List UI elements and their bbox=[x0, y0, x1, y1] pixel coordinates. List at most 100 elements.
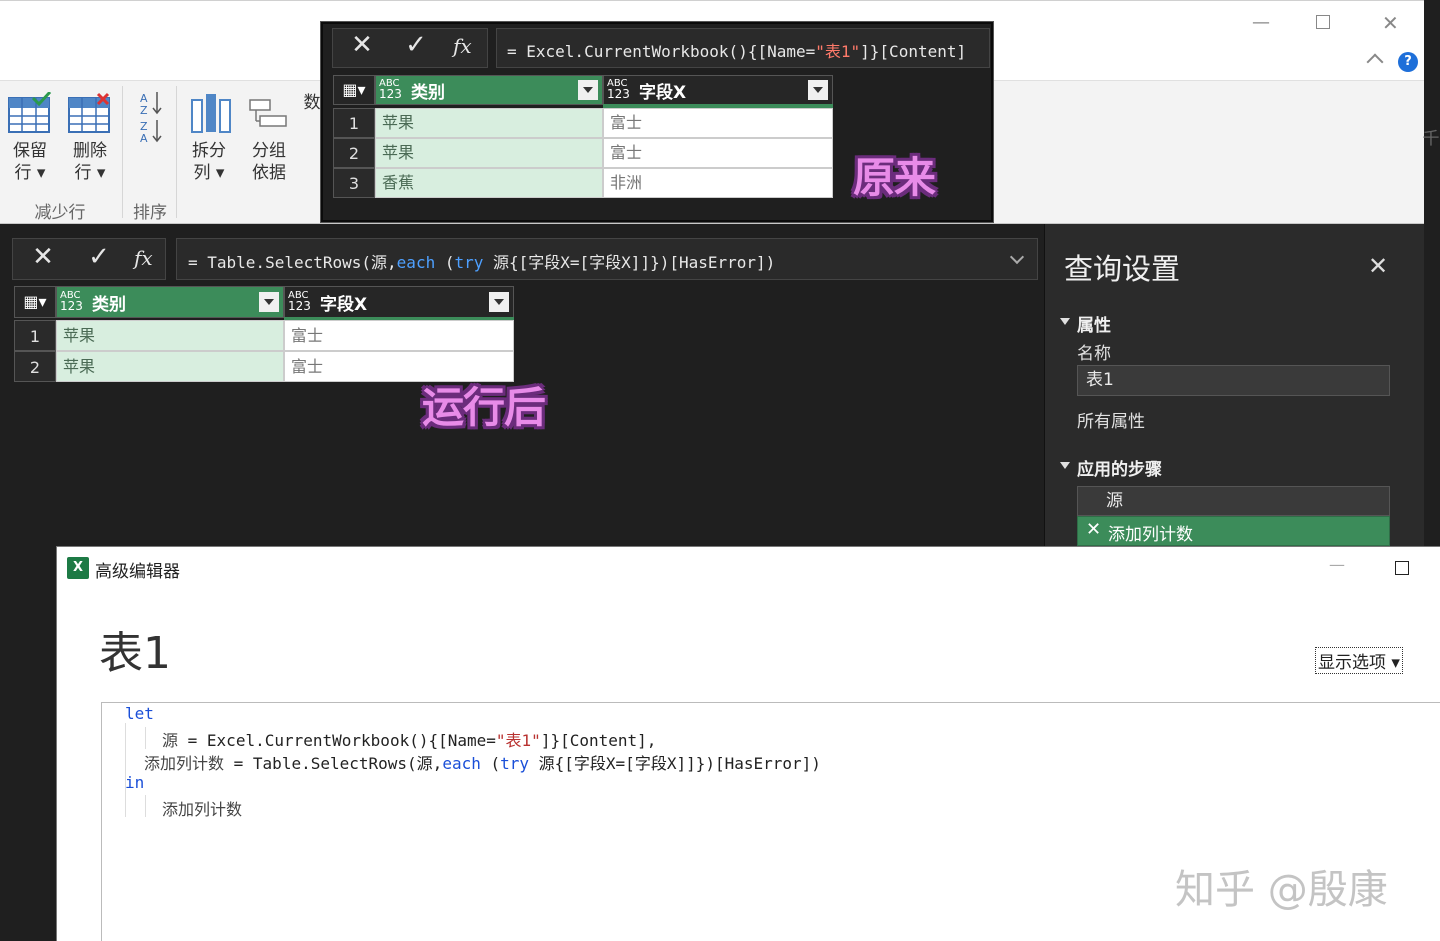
indent-guide bbox=[145, 727, 146, 749]
row-number: 2 bbox=[333, 138, 375, 168]
table-cell[interactable]: 苹果 bbox=[56, 351, 284, 382]
sort-group-label: 排序 bbox=[133, 203, 167, 223]
close-pane-icon[interactable]: ✕ bbox=[1368, 252, 1388, 280]
remove-rows-button[interactable]: 删除 行 ▾ bbox=[66, 92, 114, 184]
watermark: 知乎 @殷康 bbox=[1175, 867, 1388, 913]
fx-icon[interactable]: fx bbox=[453, 34, 472, 58]
maximize-icon[interactable] bbox=[1395, 561, 1409, 575]
collapse-icon[interactable] bbox=[1060, 462, 1070, 469]
table-cell[interactable]: 富士 bbox=[284, 320, 514, 351]
table-cell[interactable]: 香蕉 bbox=[375, 168, 603, 198]
row-number: 3 bbox=[333, 168, 375, 198]
excel-logo-icon: X bbox=[67, 557, 89, 579]
applied-steps-heading[interactable]: 应用的步骤 bbox=[1077, 455, 1162, 480]
table-menu-icon[interactable]: ▦▾ bbox=[333, 75, 375, 105]
confirm-formula-icon[interactable]: ✓ bbox=[401, 30, 431, 60]
close-window-icon[interactable]: ✕ bbox=[1382, 11, 1399, 35]
name-label: 名称 bbox=[1077, 344, 1111, 364]
row-number: 1 bbox=[333, 108, 375, 138]
row-number: 1 bbox=[14, 320, 56, 351]
collapse-icon[interactable] bbox=[1060, 318, 1070, 325]
group-by-icon bbox=[249, 99, 287, 127]
code-line: 源 = Excel.CurrentWorkbook(){[Name="表1"]}… bbox=[162, 731, 657, 750]
group-separator bbox=[176, 86, 177, 218]
help-icon[interactable]: ? bbox=[1398, 52, 1418, 72]
after-annotation: 运行后 bbox=[422, 383, 546, 432]
sort-ascending-button[interactable]: A Z bbox=[138, 90, 164, 120]
svg-text:Z: Z bbox=[140, 104, 148, 116]
keep-rows-button[interactable]: 保留 行 ▾ bbox=[6, 90, 54, 184]
split-column-icon bbox=[191, 94, 231, 133]
table-cell[interactable]: 富士 bbox=[603, 108, 833, 138]
indent-guide bbox=[125, 793, 126, 817]
table-cell[interactable]: 苹果 bbox=[375, 108, 603, 138]
group-by-button[interactable]: 分组 依据 bbox=[246, 92, 292, 184]
confirm-formula-icon[interactable]: ✓ bbox=[84, 242, 114, 272]
code-line: 添加列计数 bbox=[162, 800, 243, 819]
svg-text:A: A bbox=[140, 132, 148, 144]
delete-step-icon[interactable]: ✕ bbox=[1086, 519, 1101, 540]
row-number: 2 bbox=[14, 351, 56, 382]
split-column-label-2: 列 ▾ bbox=[193, 163, 225, 183]
keep-rows-label: 保留 bbox=[13, 141, 47, 161]
minimize-icon[interactable]: — bbox=[1252, 12, 1270, 33]
code-line: 添加列计数 = Table.SelectRows(源,each (try 源{[… bbox=[144, 754, 821, 773]
remove-rows-label-2: 行 ▾ bbox=[74, 163, 106, 183]
filter-dropdown-icon[interactable] bbox=[578, 80, 598, 100]
properties-heading[interactable]: 属性 bbox=[1077, 311, 1111, 336]
keep-rows-label-2: 行 ▾ bbox=[14, 163, 46, 183]
background-strip bbox=[0, 546, 56, 941]
formula-text[interactable]: = Excel.CurrentWorkbook(){[Name="表1"]}[C… bbox=[507, 38, 966, 62]
split-column-label: 拆分 bbox=[192, 141, 226, 161]
remove-rows-label: 删除 bbox=[73, 141, 107, 161]
indent-guide bbox=[145, 795, 146, 817]
table-cell[interactable]: 苹果 bbox=[56, 320, 284, 351]
step-item[interactable]: 源 bbox=[1077, 486, 1390, 516]
original-annotation: 原来 bbox=[853, 153, 936, 202]
display-options-dropdown[interactable]: 显示选项 ▾ bbox=[1315, 647, 1403, 674]
group-by-label: 分组 bbox=[252, 141, 286, 161]
all-properties-link[interactable]: 所有属性 bbox=[1077, 407, 1145, 432]
formula-text[interactable]: = Table.SelectRows(源,each (try 源{[字段X=[字… bbox=[188, 249, 775, 273]
fx-icon[interactable]: fx bbox=[134, 246, 153, 270]
table-cell[interactable]: 非洲 bbox=[603, 168, 833, 198]
type-any-icon: ABC 123 bbox=[607, 78, 630, 101]
query-settings-title: 查询设置 bbox=[1064, 252, 1181, 286]
filter-dropdown-icon[interactable] bbox=[259, 292, 279, 312]
column-header-category[interactable]: ABC 123 类别 bbox=[375, 75, 603, 105]
cancel-formula-icon[interactable]: ✕ bbox=[28, 242, 58, 272]
keep-rows-icon bbox=[8, 90, 52, 133]
split-column-button[interactable]: 拆分 列 ▾ bbox=[186, 92, 232, 184]
cancel-formula-icon[interactable]: ✕ bbox=[347, 30, 377, 60]
minimize-icon[interactable]: — bbox=[1329, 555, 1345, 574]
table-menu-icon[interactable]: ▦▾ bbox=[14, 286, 56, 318]
column-header-fieldx[interactable]: ABC 123 字段X bbox=[603, 75, 833, 105]
type-any-icon: ABC 123 bbox=[60, 290, 83, 313]
type-any-icon: ABC 123 bbox=[379, 78, 402, 101]
data-type-partial-label: 数 bbox=[303, 93, 321, 113]
sort-descending-button[interactable]: Z A bbox=[138, 118, 164, 148]
original-preview-overlay: ✕ ✓ fx = Excel.CurrentWorkbook(){[Name="… bbox=[321, 22, 993, 222]
advanced-editor-window: X 高级编辑器 — 表1 显示选项 ▾ let 源 = Excel.Curren… bbox=[56, 546, 1440, 941]
type-any-icon: ABC 123 bbox=[288, 290, 311, 313]
right-edge-partial-label: 千 bbox=[1422, 129, 1440, 149]
reduce-rows-group-label: 减少行 bbox=[34, 203, 86, 223]
group-by-label-2: 依据 bbox=[252, 163, 286, 183]
query-name-field[interactable]: 表1 bbox=[1077, 365, 1390, 396]
column-header-category[interactable]: ABC 123 类别 bbox=[56, 286, 284, 318]
group-separator bbox=[122, 86, 123, 218]
step-item-selected[interactable]: ✕ 添加列计数 bbox=[1077, 516, 1390, 546]
sort-descending-icon: Z A bbox=[140, 120, 162, 145]
filter-dropdown-icon[interactable] bbox=[489, 292, 509, 312]
table-cell[interactable]: 苹果 bbox=[375, 138, 603, 168]
table-cell[interactable]: 富士 bbox=[603, 138, 833, 168]
filter-dropdown-icon[interactable] bbox=[808, 80, 828, 100]
sort-ascending-icon: A Z bbox=[140, 92, 162, 117]
code-line: let bbox=[125, 704, 154, 723]
code-line: in bbox=[125, 773, 145, 792]
column-header-fieldx[interactable]: ABC 123 字段X bbox=[284, 286, 514, 318]
advanced-editor-title: 高级编辑器 bbox=[95, 562, 180, 582]
remove-rows-icon bbox=[68, 92, 110, 133]
maximize-icon[interactable] bbox=[1316, 15, 1330, 29]
query-name-heading: 表1 bbox=[99, 628, 171, 679]
